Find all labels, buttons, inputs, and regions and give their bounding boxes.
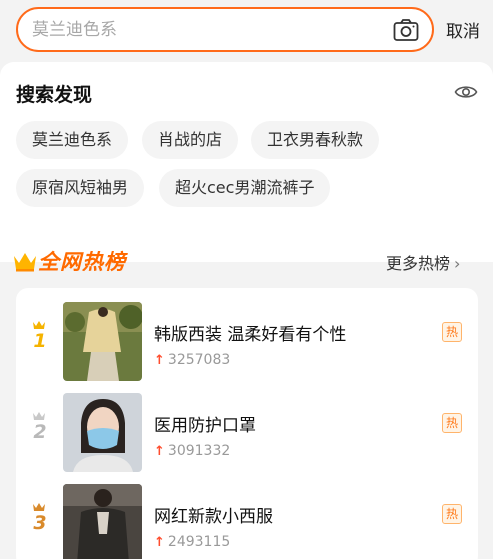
rank-crown-icon <box>33 321 45 329</box>
search-box[interactable] <box>16 7 434 52</box>
hot-list-item[interactable]: 3 网红新款小西服 ↑ 2493115 热 <box>16 484 478 559</box>
chevron-right-icon: › <box>454 254 461 273</box>
eye-icon[interactable] <box>454 82 478 102</box>
rank-crown-icon <box>33 503 45 511</box>
more-hot-link[interactable]: 更多热榜 › <box>386 250 460 274</box>
rank-crown-icon <box>33 412 45 420</box>
crown-icon <box>14 253 36 272</box>
top-bar: 取消 <box>0 0 493 60</box>
product-thumbnail[interactable] <box>63 302 142 381</box>
item-count-value: 3257083 <box>167 352 231 368</box>
item-title: 医用防护口罩 <box>154 416 256 436</box>
up-arrow-icon: ↑ <box>154 535 165 550</box>
discover-chip[interactable]: 超火cec男潮流裤子 <box>159 169 331 207</box>
rank-number: 3 <box>33 512 47 534</box>
item-count-value: 3091332 <box>167 443 231 459</box>
discover-title: 搜索发现 <box>16 84 93 106</box>
discover-chip[interactable]: 莫兰迪色系 <box>16 121 129 159</box>
item-title: 网红新款小西服 <box>154 507 273 527</box>
search-discover-section: 搜索发现 莫兰迪色系 肖战的店 卫衣男春秋款 原宿风短袖男 超火cec男潮流裤子 <box>0 62 493 262</box>
cancel-button[interactable]: 取消 <box>446 17 480 42</box>
item-count: ↑ 3257083 <box>154 352 230 368</box>
rank-number: 2 <box>33 421 47 443</box>
more-hot-label: 更多热榜 <box>386 254 451 273</box>
item-count: ↑ 2493115 <box>154 534 230 550</box>
up-arrow-icon: ↑ <box>154 444 165 459</box>
item-count-value: 2493115 <box>167 534 231 550</box>
item-title: 韩版西装 温柔好看有个性 <box>154 325 347 345</box>
product-thumbnail[interactable] <box>63 393 142 472</box>
discover-chip[interactable]: 卫衣男春秋款 <box>251 121 380 159</box>
hot-list-card: 1 韩版西装 温柔好看有个性 ↑ 3257083 热 2 医用防护口罩 ↑ 30… <box>16 288 478 559</box>
hot-list-item[interactable]: 1 韩版西装 温柔好看有个性 ↑ 3257083 热 <box>16 302 478 384</box>
hot-list-title: 全网热榜 <box>38 250 126 274</box>
hot-badge: 热 <box>442 504 462 524</box>
rank-number: 1 <box>33 330 47 352</box>
up-arrow-icon: ↑ <box>154 353 165 368</box>
discover-chip[interactable]: 原宿风短袖男 <box>16 169 145 207</box>
hot-list-item[interactable]: 2 医用防护口罩 ↑ 3091332 热 <box>16 393 478 475</box>
product-thumbnail[interactable] <box>63 484 142 559</box>
search-input[interactable] <box>32 18 392 42</box>
item-count: ↑ 3091332 <box>154 443 230 459</box>
discover-chip[interactable]: 肖战的店 <box>142 121 239 159</box>
hot-badge: 热 <box>442 322 462 342</box>
camera-icon[interactable] <box>393 18 419 42</box>
hot-list-section: 全网热榜 更多热榜 › 1 韩版西装 温柔好看有个性 ↑ 3257083 热 2… <box>0 250 493 559</box>
hot-badge: 热 <box>442 413 462 433</box>
